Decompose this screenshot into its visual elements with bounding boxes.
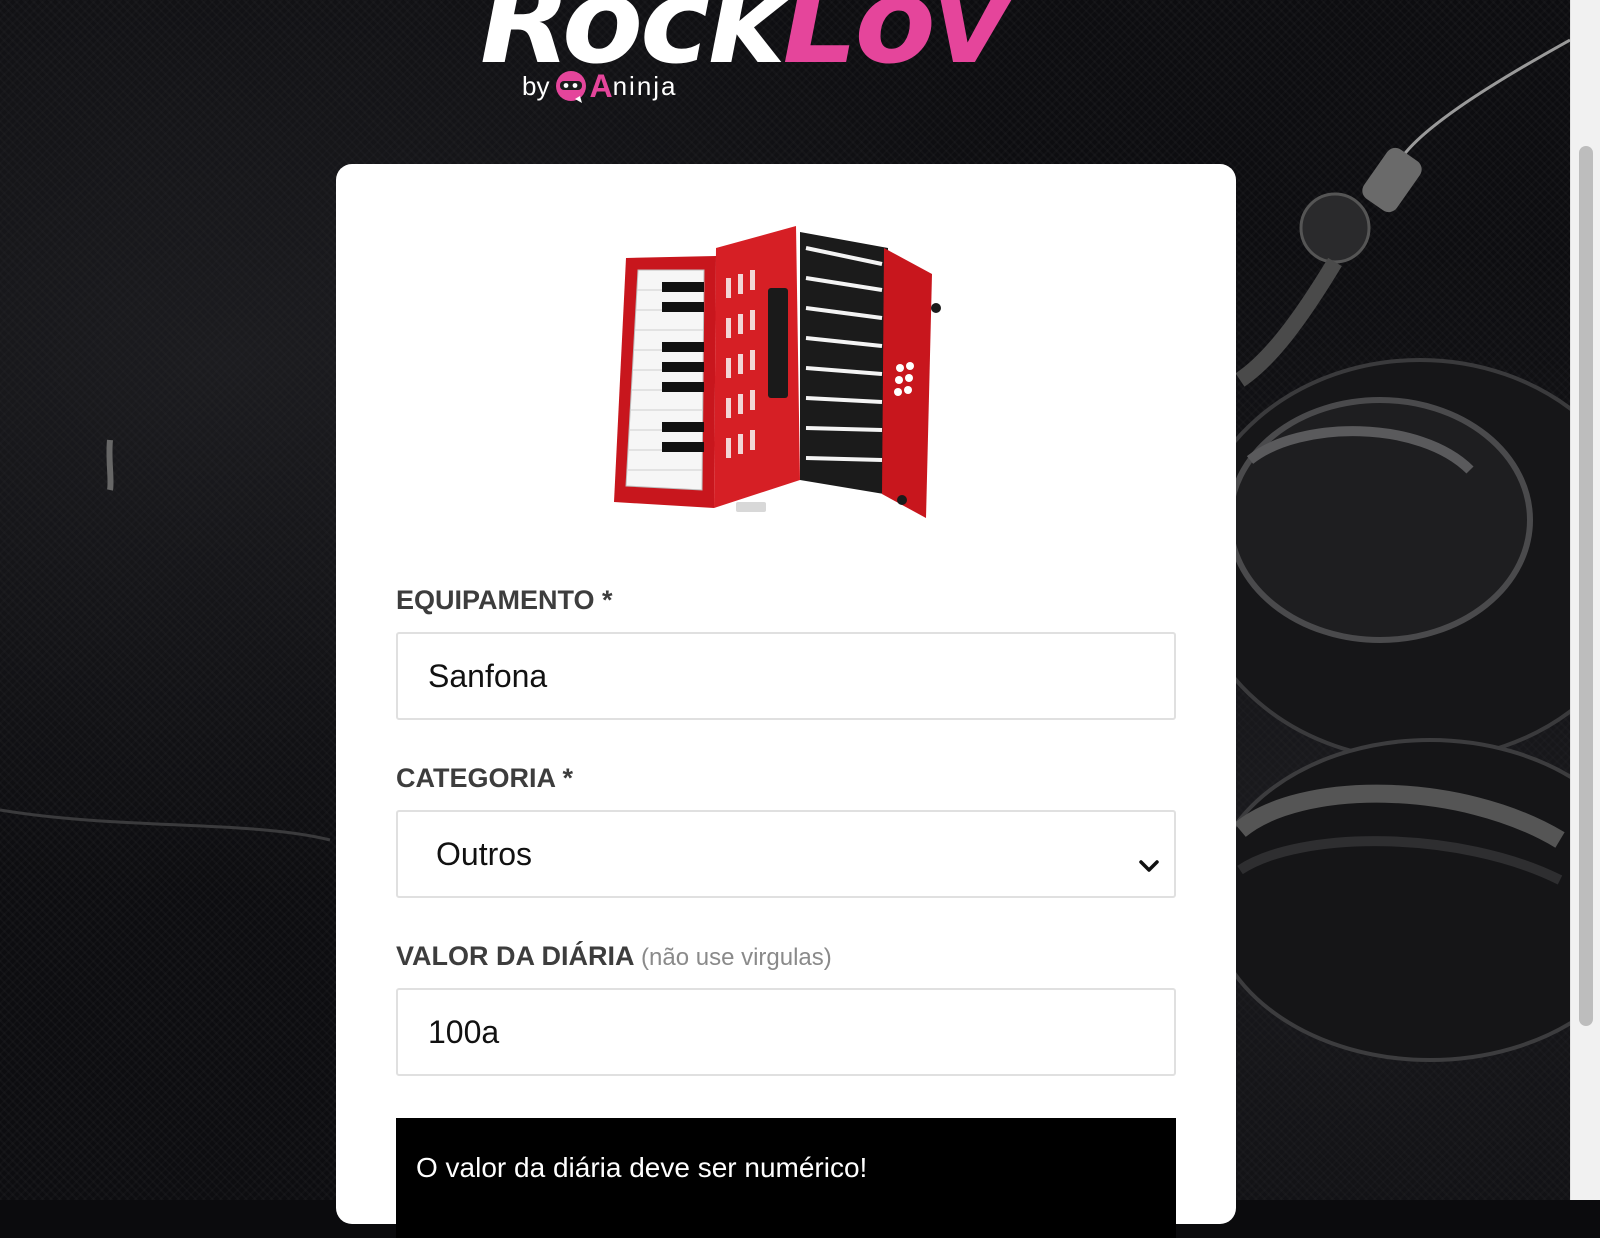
accordion-image (614, 226, 941, 518)
category-selected-value: Outros (436, 835, 533, 872)
logo-by-text: by (522, 71, 550, 101)
equipment-input[interactable]: Sanfona (396, 632, 1176, 720)
daily-price-label-text: VALOR DA DIÁRIA (396, 941, 634, 971)
daily-price-input[interactable]: 100a (396, 988, 1176, 1076)
scrollbar-track[interactable] (1570, 0, 1600, 1200)
logo-lov-text: Lov (782, 0, 1009, 90)
daily-price-input-value: 100a (428, 1013, 500, 1050)
chevron-down-icon (1138, 845, 1160, 882)
equipment-input-value: Sanfona (428, 657, 548, 694)
logo-org-text: ninja (612, 71, 678, 101)
logo-qa-letter: A (589, 68, 613, 104)
category-select[interactable]: Outros (396, 810, 1176, 898)
category-label: CATEGORIA * (396, 763, 574, 793)
daily-price-label: VALOR DA DIÁRIA (não use virgulas) (396, 941, 832, 972)
logo-byline: by A ninja (522, 68, 678, 105)
scrollbar-thumb[interactable] (1579, 146, 1593, 1026)
equipment-form-card: EQUIPAMENTO * Sanfona CATEGORIA * Outros… (336, 164, 1236, 1238)
qaninja-mascot-icon (555, 70, 589, 104)
equipment-thumbnail[interactable] (596, 218, 976, 538)
rocklov-logo: RockLov by A ninja (480, 0, 1100, 112)
equipment-label: EQUIPAMENTO * (396, 585, 613, 615)
validation-alert-message: O valor da diária deve ser numérico! (416, 1152, 868, 1183)
daily-price-hint: (não use virgulas) (641, 944, 832, 971)
validation-alert: O valor da diária deve ser numérico! (396, 1118, 1176, 1238)
